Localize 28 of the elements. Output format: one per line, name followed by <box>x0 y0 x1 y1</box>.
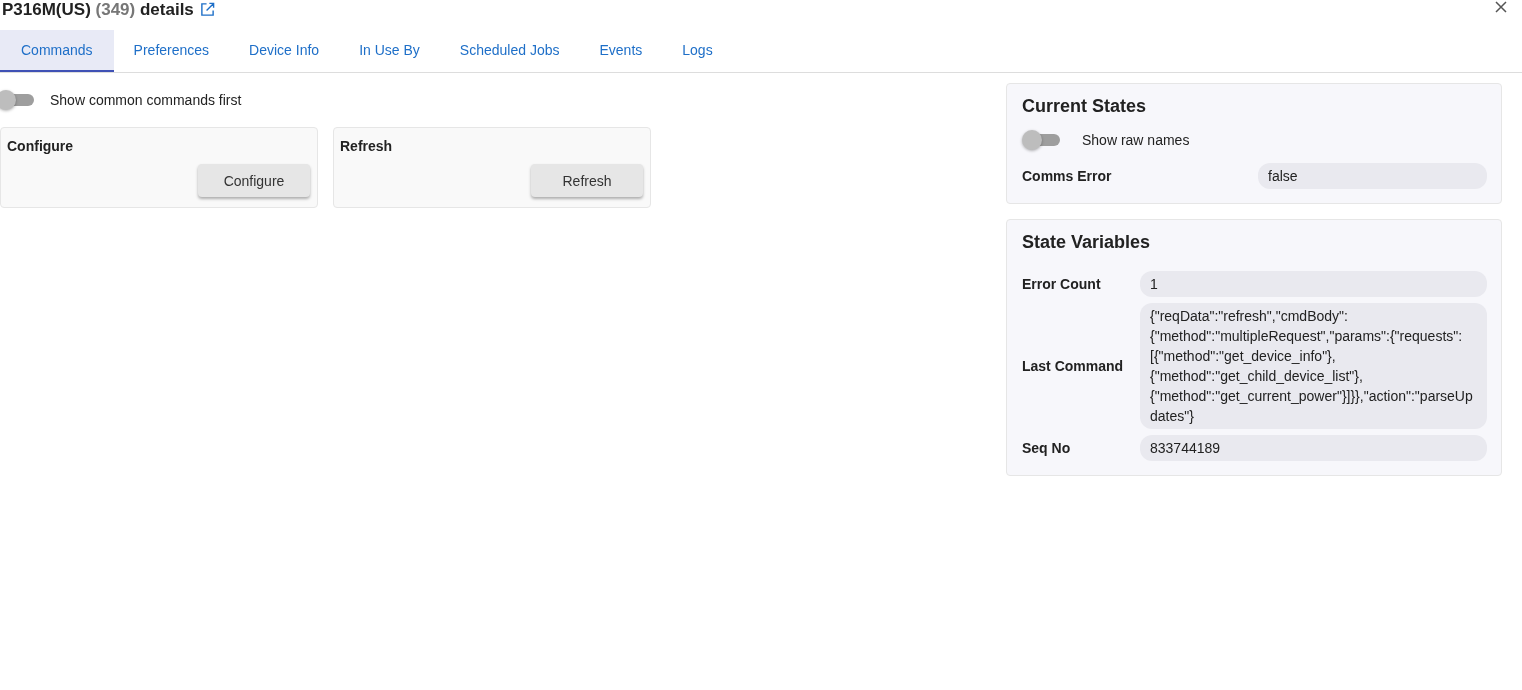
command-button[interactable]: Configure <box>198 164 310 197</box>
command-title: Configure <box>7 138 75 154</box>
toggle-label: Show raw names <box>1082 132 1190 148</box>
variable-value: {"reqData":"refresh","cmdBody":{"method":"multipleRequest","params":{"requests":[{"method":"get_device_info"},{"method":"get_child_device_list"},{"method":"get_current_power"}]}},"action":"parseUpdates"} <box>1140 303 1487 429</box>
toggle-label: Show common commands first <box>50 92 242 108</box>
tab[interactable]: Device Info <box>229 30 340 72</box>
command-title: Refresh <box>340 138 394 154</box>
state-name: Comms Error <box>1022 168 1113 184</box>
variable-name: Last Command <box>1022 358 1125 374</box>
external-link-icon[interactable] <box>199 2 215 17</box>
variable-name: Seq No <box>1022 440 1072 456</box>
state-value: false <box>1258 163 1487 189</box>
variable-value: 1 <box>1140 271 1487 297</box>
toggle-switch[interactable] <box>0 92 34 108</box>
tab[interactable]: Scheduled Jobs <box>439 30 580 72</box>
command-button[interactable]: Refresh <box>531 164 643 197</box>
close-button[interactable] <box>1494 0 1508 14</box>
variable-value: 833744189 <box>1140 435 1487 461</box>
tab[interactable]: In Use By <box>339 30 440 72</box>
tab[interactable]: Events <box>579 30 663 72</box>
panel-title: Current States <box>1022 96 1148 117</box>
panel-title: State Variables <box>1022 232 1152 253</box>
tab[interactable]: Preferences <box>113 30 230 72</box>
toggle-switch[interactable] <box>1022 132 1060 148</box>
tab[interactable]: Commands <box>0 30 114 72</box>
tab[interactable]: Logs <box>662 30 733 72</box>
variable-name: Error Count <box>1022 276 1102 292</box>
device-title: P316M(US) (349) details <box>2 0 194 20</box>
